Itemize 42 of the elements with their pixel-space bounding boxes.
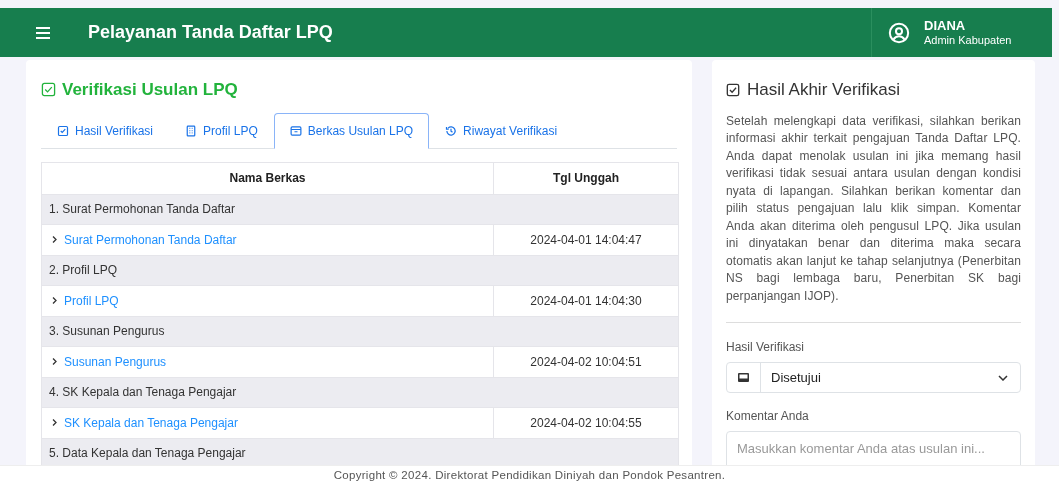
- copyright-text: Copyright © 2024. Direktorat Pendidikan Diniyah dan Pondok Pesantren.: [333, 467, 726, 483]
- description-text: Setelah melengkapi data verifikasi, silahkan berikan informasi akhir terkait pengajuan Tanda Daftar LPQ. Anda dapat menolak usulan ini jika memang hasil verifikasi tidak sesuai antara usulan dengan kondisi nyata di lapangan. Silahkan berikan komentar dan pilih status pengajuan lalu klik simpan. Komentar Anda akan diterima oleh pengusul LPQ. Jika usulan ini dinyatakan benar dan diterima maka secara otomatis akan lanjut ke tahap selanjutnya (Penerbitan NS bagi lembaga baru, Penerbitan SK bagi perpanjangan IJOP).: [726, 112, 1021, 305]
- menu-icon[interactable]: [36, 26, 50, 39]
- user-name: DIANA: [924, 17, 967, 34]
- date-cell: 2024-04-02 10:04:51: [493, 346, 679, 377]
- chevron-right-icon: [52, 419, 57, 426]
- user-icon[interactable]: [888, 21, 910, 44]
- chevron-down-icon: [998, 374, 1008, 381]
- tab[interactable]: Hasil Verifikasi: [41, 112, 170, 149]
- building-icon: [185, 124, 198, 137]
- column-header: Nama Berkas: [41, 162, 494, 194]
- date-cell: 2024-04-01 14:04:30: [493, 285, 679, 316]
- file-link[interactable]: Susunan Pengurus: [64, 352, 167, 371]
- checkbox-icon: [41, 82, 56, 98]
- card-title: Verifikasi Usulan LPQ: [62, 79, 238, 101]
- column-header: Tgl Unggah: [493, 162, 679, 194]
- chevron-right-icon: [52, 297, 57, 304]
- status-select[interactable]: Disetujui: [726, 362, 1021, 393]
- date-cell: 2024-04-02 10:04:55: [493, 407, 679, 438]
- panel-title: Hasil Akhir Verifikasi: [747, 79, 901, 101]
- comment-field[interactable]: Masukkan komentar Anda atas usulan ini...: [726, 431, 1021, 465]
- card-icon: [738, 373, 749, 382]
- tab[interactable]: Riwayat Verifikasi: [429, 112, 574, 149]
- field-label: Komentar Anda: [726, 408, 810, 425]
- tray-icon: [289, 124, 302, 137]
- user-role: Admin Kabupaten: [924, 33, 1012, 48]
- chevron-right-icon: [52, 236, 57, 243]
- checkbox-icon: [57, 124, 69, 137]
- checkbox-icon: [726, 82, 740, 97]
- chevron-right-icon: [52, 358, 57, 365]
- file-link[interactable]: Profil LPQ: [64, 291, 119, 310]
- tab[interactable]: Profil LPQ: [169, 112, 274, 149]
- tab[interactable]: Berkas Usulan LPQ: [273, 112, 430, 149]
- group-row: 1. Surat Permohonan Tanda Daftar: [41, 194, 679, 224]
- date-cell: 2024-04-01 14:04:47: [493, 224, 679, 255]
- field-label: Hasil Verifikasi: [726, 339, 806, 356]
- group-row: 5. Data Kepala dan Tenaga Pengajar: [41, 438, 679, 465]
- group-row: 3. Susunan Pengurus: [41, 316, 679, 346]
- group-row: 4. SK Kepala dan Tenaga Pengajar: [41, 377, 679, 407]
- app-title: Pelayanan Tanda Daftar LPQ: [88, 21, 333, 44]
- group-row: 2. Profil LPQ: [41, 255, 679, 285]
- history-icon: [445, 124, 458, 137]
